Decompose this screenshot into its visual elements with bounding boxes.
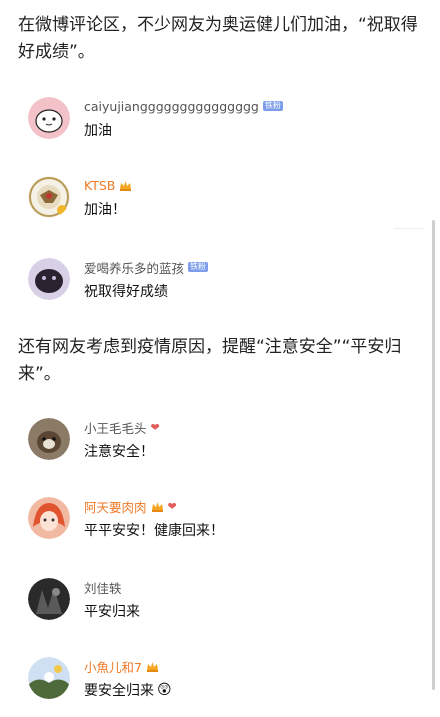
presidential-seal-icon[interactable] — [28, 176, 70, 218]
comment-text: 平平安安！健康回来！ — [84, 523, 224, 539]
dark-photo-avatar-icon[interactable] — [28, 578, 70, 620]
anime-girl-avatar-icon[interactable] — [28, 497, 70, 539]
comment-text: 平安归来 — [84, 604, 140, 620]
comment-item: 刘佳轶 平安归来 — [28, 578, 420, 638]
comment-item: 爱喝养乐多的蓝孩 铁粉 祝取得好成绩 — [28, 258, 420, 318]
comment-item: caiyujianggggggggggggggg 铁粉 加油 — [28, 97, 420, 157]
intro-paragraph-2: 还有网友考虑到疫情原因，提醒“注意安全”“平安归来”。 — [18, 337, 402, 384]
landscape-avatar-icon[interactable] — [28, 657, 70, 699]
username[interactable]: caiyujianggggggggggggggg — [84, 99, 259, 114]
vip-crown-icon — [151, 501, 163, 512]
comment-text: 注意安全！ — [84, 444, 154, 460]
username[interactable]: 小魚儿和7 — [84, 657, 142, 676]
username[interactable]: 刘佳轶 — [84, 578, 122, 597]
comment-text-content: 要安全归来 — [84, 683, 154, 699]
username[interactable]: 小王毛毛头 — [84, 418, 147, 437]
username[interactable]: KTSB — [84, 178, 115, 193]
username[interactable]: 爱喝养乐多的蓝孩 — [84, 258, 184, 277]
divider — [394, 228, 424, 229]
sticker-badge-icon: ❤ — [167, 499, 177, 513]
comment-item: KTSB 加油！ — [28, 176, 420, 236]
comment-text: 要安全归来 😲 — [84, 680, 172, 700]
dog-avatar-icon[interactable] — [28, 418, 70, 460]
fan-badge: 铁粉 — [188, 262, 209, 272]
comment-text: 加油！ — [84, 202, 126, 218]
scrollbar[interactable] — [432, 220, 435, 690]
vip-crown-icon — [146, 661, 158, 672]
fan-badge: 铁粉 — [262, 101, 283, 111]
username[interactable]: 阿天要肉肉 — [84, 497, 147, 516]
comment-item: 阿天要肉肉 ❤ 平平安安！健康回来！ — [28, 497, 420, 557]
vip-crown-icon — [120, 180, 132, 191]
comment-item: 小魚儿和7 要安全归来 😲 — [28, 657, 420, 717]
comment-text: 加油 — [84, 123, 112, 139]
surprised-emoji-icon: 😲 — [157, 682, 172, 698]
intro-paragraph-1: 在微博评论区，不少网友为奥运健儿们加油，“祝取得好成绩”。 — [18, 15, 418, 62]
comment-text: 祝取得好成绩 — [84, 284, 168, 300]
cartoon-face-icon[interactable] — [28, 97, 70, 139]
dark-animal-avatar-icon[interactable] — [28, 258, 70, 300]
comment-item: 小王毛毛头 ❤ 注意安全！ — [28, 418, 420, 478]
sticker-badge-icon: ❤ — [150, 420, 160, 434]
